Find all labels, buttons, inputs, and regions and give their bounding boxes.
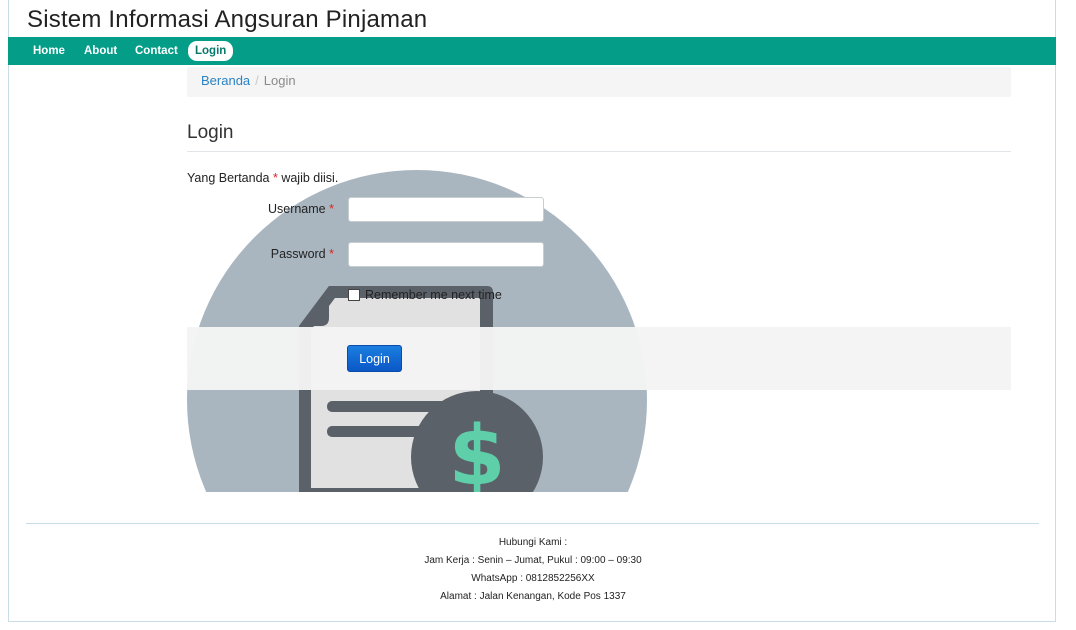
required-note-suffix: wajib diisi. [281,171,339,185]
dollar-icon: $ [448,409,505,492]
nav-about[interactable]: About [77,41,124,61]
password-label-text: Password [270,247,326,261]
site-title: Sistem Informasi Angsuran Pinjaman [27,6,428,33]
password-label: Password * [194,247,334,261]
page-container: Sistem Informasi Angsuran Pinjaman Home … [8,0,1056,622]
username-input[interactable] [348,197,544,222]
username-label: Username * [194,202,334,216]
nav-home[interactable]: Home [26,41,72,61]
remember-me-label[interactable]: Remember me next time [365,288,502,302]
breadcrumb-current: Login [263,73,296,88]
password-input[interactable] [348,242,544,267]
footer-address: Alamat : Jalan Kenangan, Kode Pos 1337 [440,591,626,602]
form-actions: Login [187,327,1011,390]
page-title: Login [187,122,234,143]
title-divider [187,151,1011,152]
footer-heading: Hubungi Kami : [498,537,568,548]
breadcrumb-home-link[interactable]: Beranda [201,73,250,88]
remember-me: Remember me next time [348,288,502,302]
required-marker: * [272,171,278,185]
username-label-text: Username [267,202,326,216]
remember-me-checkbox[interactable] [348,289,360,301]
footer-whatsapp: WhatsApp : 0812852256XX [471,573,595,584]
username-required-marker: * [329,202,334,216]
password-required-marker: * [329,247,334,261]
breadcrumb: Beranda / Login [187,67,1011,97]
required-note-prefix: Yang Bertanda [187,171,270,185]
main-navbar: Home About Contact Login [8,37,1056,65]
footer-hours: Jam Kerja : Senin – Jumat, Pukul : 09:00… [424,555,642,566]
nav-login[interactable]: Login [188,41,234,61]
login-submit-button[interactable]: Login [347,345,402,372]
footer-divider [26,523,1039,524]
nav-contact[interactable]: Contact [128,41,185,61]
breadcrumb-separator: / [255,73,259,88]
required-note: Yang Bertanda * wajib diisi. [187,171,338,185]
